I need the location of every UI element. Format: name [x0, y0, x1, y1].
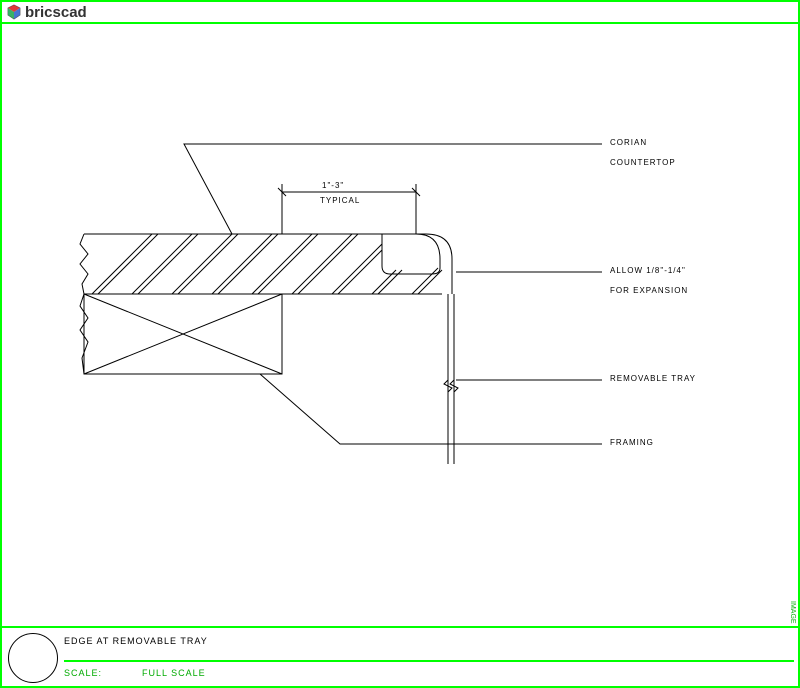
scale-value: FULL SCALE — [142, 668, 206, 678]
side-tag: IMAGE — [789, 601, 796, 624]
callout-expansion-l2: FOR EXPANSION — [610, 286, 688, 295]
cube-icon — [6, 4, 22, 20]
callout-corian-l2: COUNTERTOP — [610, 158, 676, 167]
callout-expansion-l1: ALLOW 1/8"-1/4" — [610, 266, 686, 275]
dimension-value: 1"-3" — [322, 181, 344, 190]
scale-label: SCALE: — [64, 668, 102, 678]
callout-corian-l1: CORIAN — [610, 138, 647, 147]
callout-tray: REMOVABLE TRAY — [610, 374, 696, 383]
app-window: bricscad — [0, 0, 800, 688]
header-bar: bricscad — [2, 2, 798, 24]
detail-bubble — [8, 633, 58, 683]
drawing-title: EDGE AT REMOVABLE TRAY — [64, 636, 208, 646]
title-block: EDGE AT REMOVABLE TRAY SCALE: FULL SCALE — [2, 626, 798, 686]
callout-framing: FRAMING — [610, 438, 654, 447]
app-name: bricscad — [25, 4, 87, 21]
drawing-canvas[interactable]: 1"-3" TYPICAL CORIAN COUNTERTOP ALLOW 1/… — [2, 24, 798, 626]
cad-drawing — [2, 24, 798, 630]
titleblock-divider — [64, 660, 794, 662]
app-logo: bricscad — [6, 4, 87, 21]
dimension-note: TYPICAL — [320, 196, 360, 205]
